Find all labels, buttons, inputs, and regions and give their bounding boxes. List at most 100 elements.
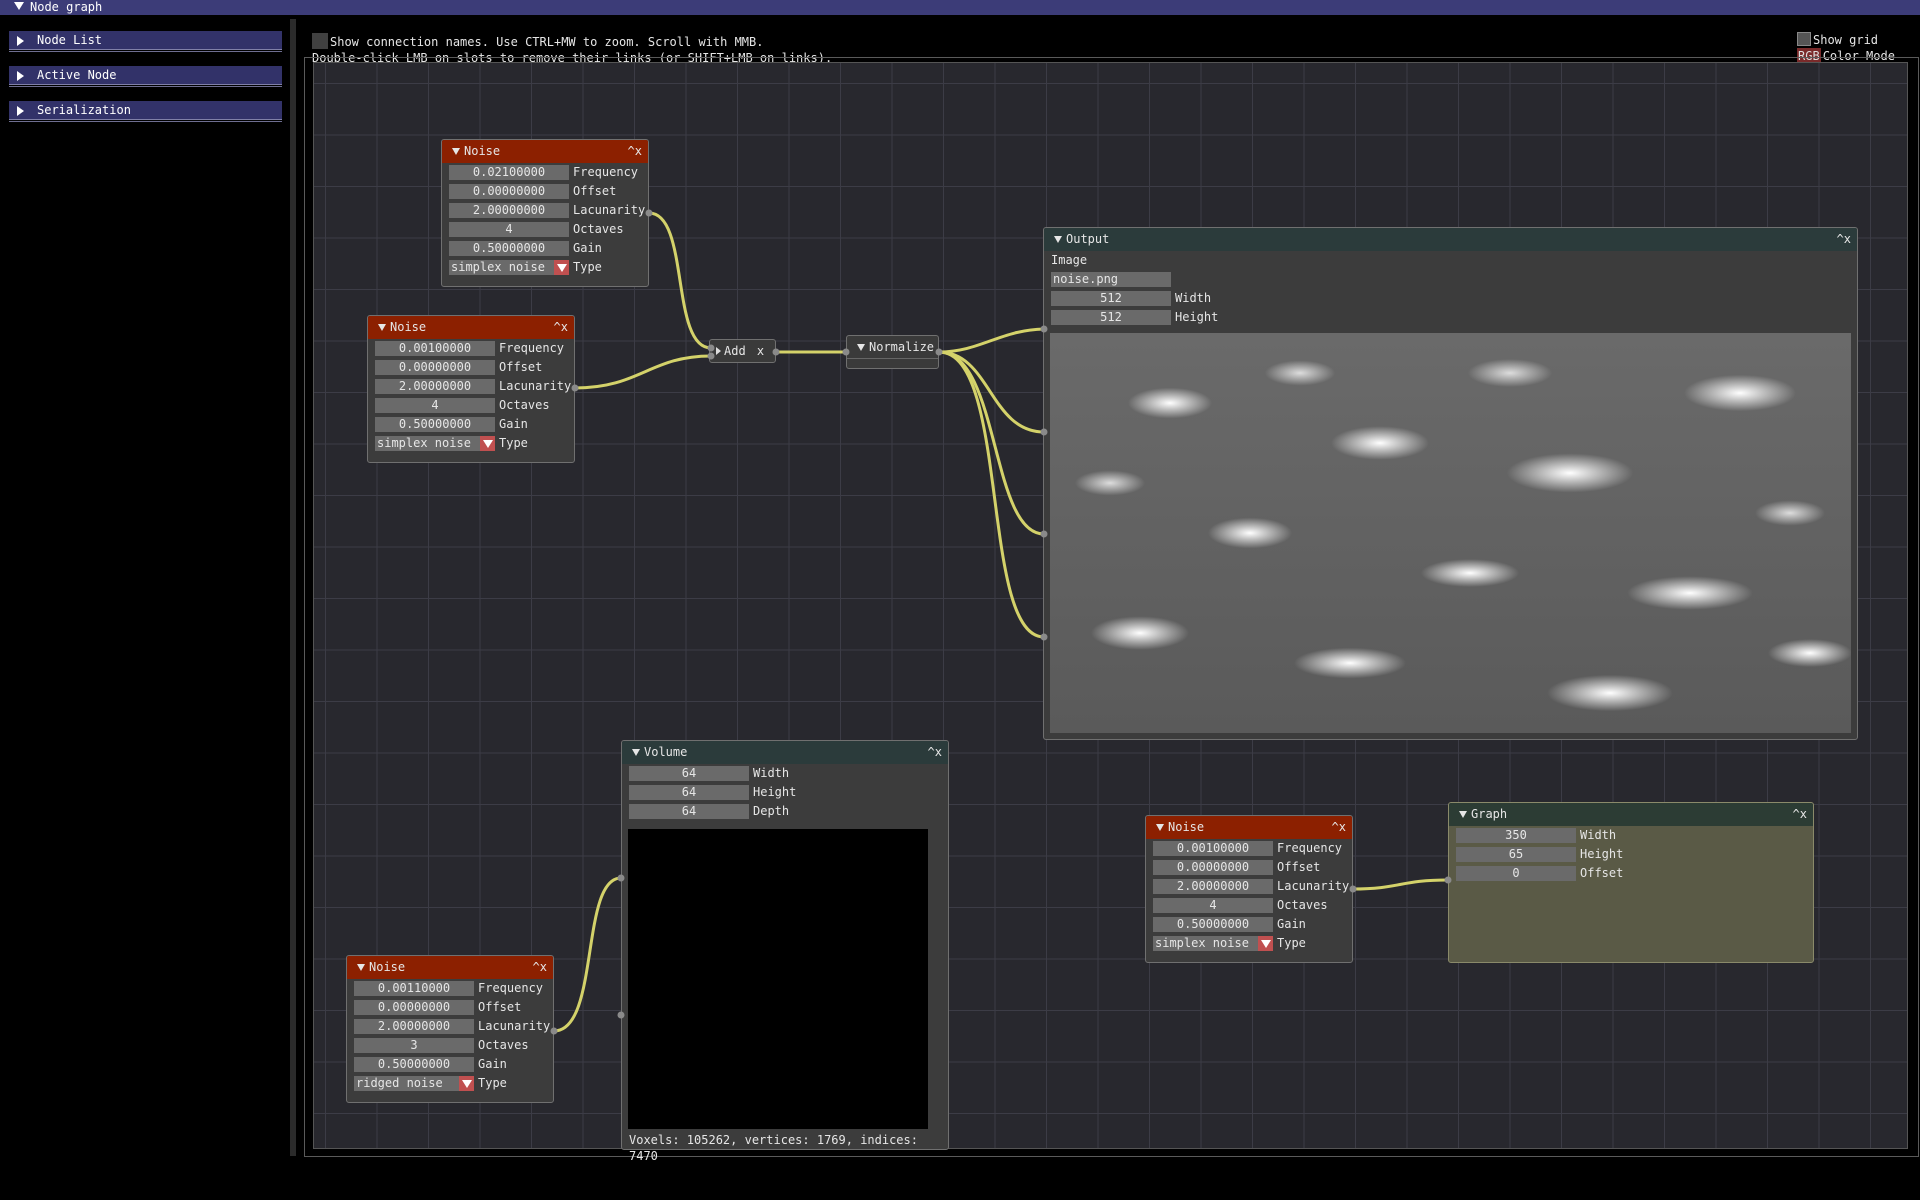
type-label: Type <box>478 1076 507 1090</box>
collapse-triangle-icon[interactable] <box>857 344 865 351</box>
divider <box>9 86 282 87</box>
width-field[interactable]: 512 <box>1051 291 1171 306</box>
show-grid-checkbox[interactable] <box>1797 32 1811 46</box>
collapse-triangle-icon[interactable] <box>357 964 365 971</box>
node-close-button[interactable]: ^x <box>1837 228 1851 251</box>
depth-label: Depth <box>753 804 790 818</box>
node-header[interactable]: Noise ^x <box>368 316 574 339</box>
volume-preview[interactable] <box>628 829 928 1129</box>
type-select[interactable]: simplex noise <box>1153 936 1273 951</box>
width-field[interactable]: 64 <box>629 766 749 781</box>
type-select[interactable]: ridged noise <box>354 1076 474 1091</box>
noise-node[interactable]: Noise ^x 0.00100000 Frequency 0.00000000 Of… <box>367 315 575 463</box>
noise-node[interactable]: Noise ^x 0.02100000 Frequency 0.00000000 Of… <box>441 139 649 287</box>
frequency-field[interactable]: 0.02100000 <box>449 165 569 180</box>
collapse-triangle-icon[interactable] <box>452 148 460 155</box>
octaves-field[interactable]: 4 <box>375 398 495 413</box>
gain-field[interactable]: 0.50000000 <box>449 241 569 256</box>
node-header[interactable]: Graph ^x <box>1449 803 1813 826</box>
node-close-button[interactable]: ^x <box>928 741 942 764</box>
depth-field[interactable]: 64 <box>629 804 749 819</box>
graph-node[interactable]: Graph ^x 350 Width 65 Height 0 Offset <box>1448 802 1814 963</box>
dropdown-arrow-icon[interactable] <box>480 436 495 451</box>
node-header[interactable]: Add x <box>710 340 775 362</box>
collapse-triangle-icon[interactable] <box>1459 811 1467 818</box>
window-title: Node graph <box>30 0 103 14</box>
sidebar-item-label: Active Node <box>37 68 117 82</box>
offset-label: Offset <box>573 184 617 198</box>
collapse-triangle-icon[interactable] <box>632 749 640 756</box>
node-close-button[interactable]: ^x <box>1793 803 1807 826</box>
node-header[interactable]: Noise ^x <box>347 956 553 979</box>
collapse-triangle-icon[interactable] <box>1054 236 1062 243</box>
gain-label: Gain <box>478 1057 507 1071</box>
noise-node[interactable]: Noise ^x 0.00100000 Frequency 0.00000000 Of… <box>1145 815 1353 963</box>
node-close-button[interactable]: ^x <box>533 956 547 979</box>
node-header[interactable]: Noise ^x <box>442 140 648 163</box>
show-connection-names-checkbox[interactable] <box>312 33 328 49</box>
node-title: Noise <box>390 320 427 334</box>
frequency-field[interactable]: 0.00110000 <box>354 981 474 996</box>
node-close-button[interactable]: ^x <box>554 316 568 339</box>
offset-field[interactable]: 0.00000000 <box>354 1000 474 1015</box>
gain-field[interactable]: 0.50000000 <box>375 417 495 432</box>
gain-field[interactable]: 0.50000000 <box>354 1057 474 1072</box>
collapse-triangle-icon[interactable] <box>14 2 24 10</box>
lacunarity-field[interactable]: 2.00000000 <box>1153 879 1273 894</box>
node-header[interactable]: Noise ^x <box>1146 816 1352 839</box>
add-node[interactable]: Add x <box>709 339 776 363</box>
gain-field[interactable]: 0.50000000 <box>1153 917 1273 932</box>
sidebar-item-serialization[interactable]: Serialization <box>9 101 282 120</box>
normalize-node[interactable]: Normalize <box>846 335 939 369</box>
image-label: Image <box>1051 253 1088 267</box>
sidebar-item-node-list[interactable]: Node List <box>9 31 282 50</box>
window-titlebar[interactable]: Node graph <box>0 0 1920 15</box>
panel-splitter[interactable] <box>290 19 296 1156</box>
node-title: Normalize <box>869 340 935 354</box>
node-header[interactable]: Normalize <box>847 336 938 359</box>
filename-field[interactable]: noise.png <box>1051 272 1171 287</box>
offset-field[interactable]: 0.00000000 <box>1153 860 1273 875</box>
lacunarity-field[interactable]: 2.00000000 <box>354 1019 474 1034</box>
sidebar-item-active-node[interactable]: Active Node <box>9 66 282 85</box>
offset-field[interactable]: 0 <box>1456 866 1576 881</box>
node-close-button[interactable]: ^x <box>628 140 642 163</box>
node-header[interactable]: Output ^x <box>1044 228 1857 251</box>
collapse-triangle-icon[interactable] <box>378 324 386 331</box>
height-field[interactable]: 512 <box>1051 310 1171 325</box>
type-value: simplex noise <box>1155 936 1249 950</box>
type-select[interactable]: simplex noise <box>375 436 495 451</box>
frequency-field[interactable]: 0.00100000 <box>1153 841 1273 856</box>
noise-preview-image <box>1050 333 1851 733</box>
node-title: Add <box>724 344 746 358</box>
noise-node[interactable]: Noise ^x 0.00110000 Frequency 0.00000000 Of… <box>346 955 554 1103</box>
collapse-triangle-icon[interactable] <box>1156 824 1164 831</box>
lacunarity-field[interactable]: 2.00000000 <box>375 379 495 394</box>
offset-field[interactable]: 0.00000000 <box>375 360 495 375</box>
dropdown-arrow-icon[interactable] <box>554 260 569 275</box>
octaves-field[interactable]: 3 <box>354 1038 474 1053</box>
height-field[interactable]: 65 <box>1456 847 1576 862</box>
node-close-button[interactable]: x <box>757 344 764 358</box>
octaves-field[interactable]: 4 <box>1153 898 1273 913</box>
lacunarity-field[interactable]: 2.00000000 <box>449 203 569 218</box>
expand-arrow-icon[interactable] <box>716 347 721 355</box>
offset-label: Offset <box>1580 866 1624 880</box>
gain-label: Gain <box>1277 917 1306 931</box>
dropdown-arrow-icon[interactable] <box>459 1076 474 1091</box>
frequency-label: Frequency <box>499 341 565 355</box>
type-label: Type <box>573 260 602 274</box>
lacunarity-label: Lacunarity <box>573 203 646 217</box>
node-header[interactable]: Volume ^x <box>622 741 948 764</box>
octaves-field[interactable]: 4 <box>449 222 569 237</box>
dropdown-arrow-icon[interactable] <box>1258 936 1273 951</box>
width-field[interactable]: 350 <box>1456 828 1576 843</box>
type-label: Type <box>499 436 528 450</box>
frequency-field[interactable]: 0.00100000 <box>375 341 495 356</box>
offset-field[interactable]: 0.00000000 <box>449 184 569 199</box>
node-close-button[interactable]: ^x <box>1332 816 1346 839</box>
height-field[interactable]: 64 <box>629 785 749 800</box>
offset-label: Offset <box>478 1000 522 1014</box>
type-select[interactable]: simplex noise <box>449 260 569 275</box>
show-grid-label: Show grid <box>1813 33 1879 47</box>
